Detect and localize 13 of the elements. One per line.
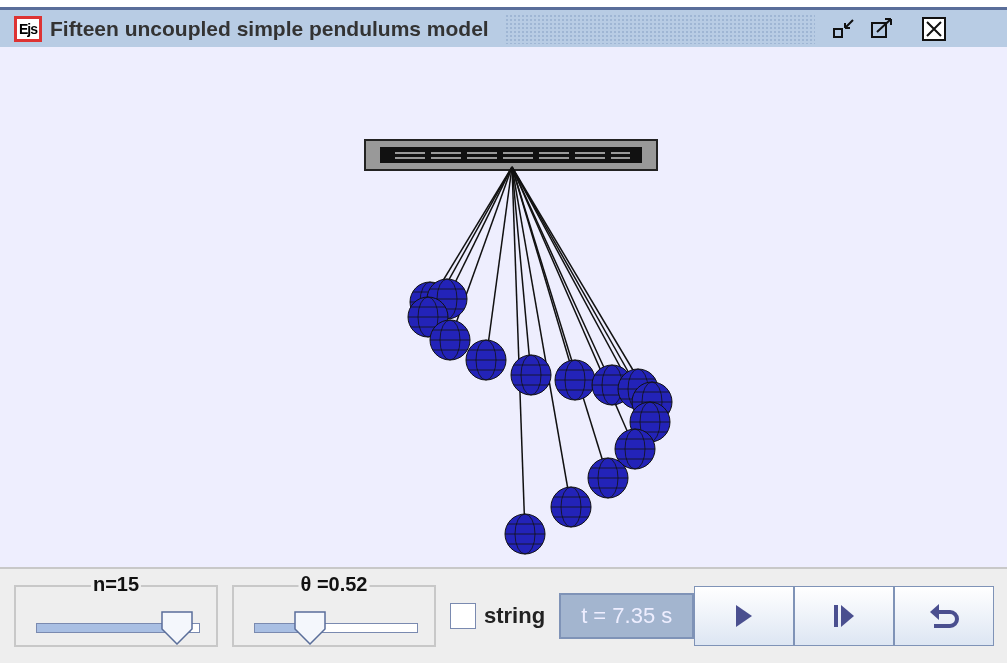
slider-thumb[interactable]	[161, 611, 194, 645]
time-display: t = 7.35 s	[559, 593, 695, 639]
checkbox-label: string	[484, 603, 546, 629]
play-button[interactable]	[694, 586, 795, 646]
app-logo: Ejs	[14, 15, 42, 42]
slider[interactable]	[254, 611, 418, 645]
slider-thumb[interactable]	[293, 611, 326, 645]
step-button[interactable]	[794, 586, 895, 646]
window-title: Fifteen uncoupled simple pendulums model	[50, 16, 489, 41]
string-checkbox[interactable]	[450, 603, 476, 629]
reset-button[interactable]	[894, 586, 995, 646]
reset-icon	[928, 602, 961, 630]
slider[interactable]	[36, 611, 200, 645]
